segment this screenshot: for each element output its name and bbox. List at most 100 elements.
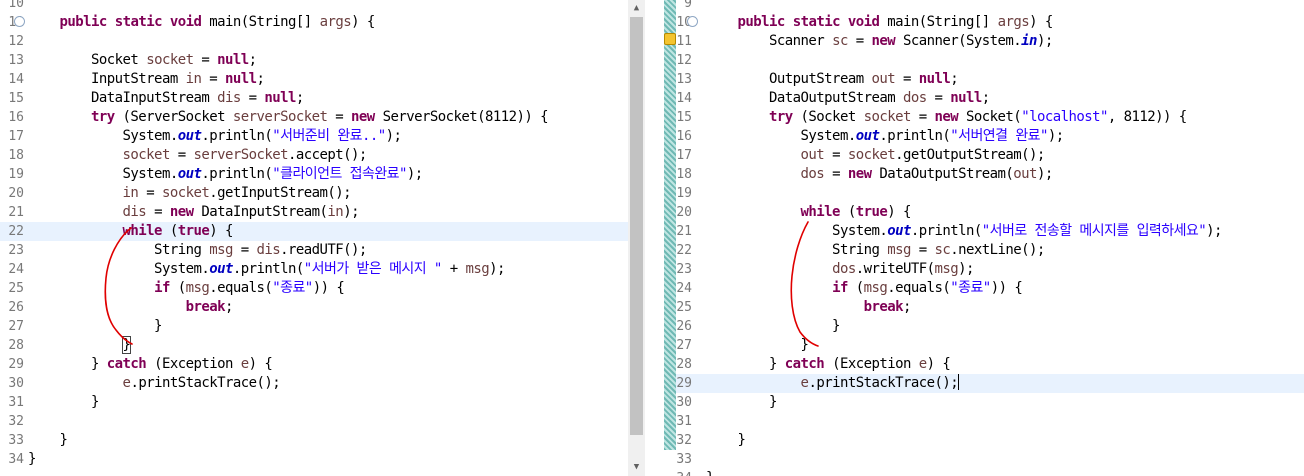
- code-token: System.: [706, 223, 888, 239]
- variable-token: socket: [847, 147, 896, 163]
- code-line[interactable]: 25 break;: [664, 298, 1304, 317]
- code-line[interactable]: 12: [664, 51, 1304, 70]
- code-text: e.printStackTrace();: [706, 374, 960, 393]
- code-line[interactable]: 14 InputStream in = null;: [0, 70, 628, 89]
- line-number: 19: [8, 167, 24, 182]
- code-token: =: [926, 90, 951, 106]
- variable-token: in: [122, 185, 139, 201]
- code-line[interactable]: 32: [0, 412, 628, 431]
- string-token: "종료": [950, 280, 991, 296]
- code-line[interactable]: 14 DataOutputStream dos = null;: [664, 89, 1304, 108]
- code-text: DataInputStream dis = null;: [28, 89, 304, 108]
- code-token: .getOutputStream();: [895, 147, 1045, 163]
- code-line[interactable]: 29 } catch (Exception e) {: [0, 355, 628, 374]
- code-line[interactable]: 28 } catch (Exception e) {: [664, 355, 1304, 374]
- code-line[interactable]: 21 System.out.println("서버로 전송할 메시지를 입력하세…: [664, 222, 1304, 241]
- code-line[interactable]: 12: [0, 32, 628, 51]
- variable-token: serverSocket: [232, 109, 328, 125]
- code-line[interactable]: 26 break;: [0, 298, 628, 317]
- code-line[interactable]: 21 dis = new DataInputStream(in);: [0, 203, 628, 222]
- code-line[interactable]: 23 String msg = dis.readUTF();: [0, 241, 628, 260]
- code-line[interactable]: 22 String msg = sc.nextLine();: [664, 241, 1304, 260]
- code-line[interactable]: 11 Scanner sc = new Scanner(System.in);: [664, 32, 1304, 51]
- code-line[interactable]: 25 if (msg.equals("종료")) {: [0, 279, 628, 298]
- code-line[interactable]: 19 System.out.println("클라이언트 접속완료");: [0, 165, 628, 184]
- collapse-icon[interactable]: [687, 16, 698, 27]
- scroll-down-arrow-icon[interactable]: ▼: [628, 459, 645, 476]
- code-line[interactable]: 11 public static void main(String[] args…: [0, 13, 628, 32]
- line-number: 34: [664, 469, 692, 476]
- code-line[interactable]: 26 }: [664, 317, 1304, 336]
- code-text: try (ServerSocket serverSocket = new Ser…: [28, 108, 549, 127]
- code-line[interactable]: 16 System.out.println("서버연결 완료");: [664, 127, 1304, 146]
- code-token: OutputStream: [706, 71, 872, 87]
- variable-token: serverSocket: [193, 147, 289, 163]
- code-line[interactable]: 24 System.out.println("서버가 받은 메시지 " + ms…: [0, 260, 628, 279]
- code-line[interactable]: 20 while (true) {: [664, 203, 1304, 222]
- code-line[interactable]: 34}: [0, 450, 628, 469]
- code-line[interactable]: 27 }: [0, 317, 628, 336]
- code-line[interactable]: 10 public static void main(String[] args…: [664, 13, 1304, 32]
- code-line[interactable]: 30 e.printStackTrace();: [0, 374, 628, 393]
- code-token: .equals(: [887, 280, 951, 296]
- code-token: ServerSocket(8112)) {: [374, 109, 549, 125]
- code-line[interactable]: 31 }: [0, 393, 628, 412]
- code-token: }: [706, 394, 777, 410]
- right-editor[interactable]: 9 10 public static void main(String[] arg…: [664, 0, 1304, 476]
- collapse-icon[interactable]: [14, 16, 25, 27]
- code-line[interactable]: 16 try (ServerSocket serverSocket = new …: [0, 108, 628, 127]
- code-line[interactable]: 29 e.printStackTrace();: [664, 374, 1304, 393]
- code-line[interactable]: 13 Socket socket = null;: [0, 51, 628, 70]
- variable-token: msg: [185, 280, 210, 296]
- code-line[interactable]: 23 dos.writeUTF(msg);: [664, 260, 1304, 279]
- variable-token: socket: [146, 52, 194, 68]
- code-line[interactable]: 28 }: [0, 336, 628, 355]
- scroll-thumb[interactable]: [630, 17, 643, 435]
- overview-ruler[interactable]: [664, 0, 676, 450]
- scroll-up-arrow-icon[interactable]: ▲: [628, 0, 645, 17]
- code-line[interactable]: 20 in = socket.getInputStream();: [0, 184, 628, 203]
- code-line[interactable]: 15 DataInputStream dis = null;: [0, 89, 628, 108]
- code-token: =: [169, 147, 194, 163]
- variable-token: dos: [832, 261, 856, 277]
- code-text: in = socket.getInputStream();: [28, 184, 352, 203]
- code-token: );: [1206, 223, 1222, 239]
- code-token: ;: [981, 90, 990, 106]
- warning-marker-icon[interactable]: [664, 33, 676, 45]
- code-text: dos = new DataOutputStream(out);: [706, 165, 1054, 184]
- code-line[interactable]: 17 System.out.println("서버준비 완료..");: [0, 127, 628, 146]
- code-line[interactable]: 18 dos = new DataOutputStream(out);: [664, 165, 1304, 184]
- code-line[interactable]: 19: [664, 184, 1304, 203]
- code-line[interactable]: 33: [664, 450, 1304, 469]
- code-text: }: [706, 317, 840, 336]
- code-line[interactable]: 33 }: [0, 431, 628, 450]
- code-line[interactable]: 30 }: [664, 393, 1304, 412]
- code-line[interactable]: 15 try (Socket socket = new Socket("loca…: [664, 108, 1304, 127]
- code-line[interactable]: 34}: [664, 469, 1304, 476]
- code-line[interactable]: 31: [664, 412, 1304, 431]
- left-editor[interactable]: 10 11 public static void main(String[] ar…: [0, 0, 628, 476]
- code-line[interactable]: 13 OutputStream out = null;: [664, 70, 1304, 89]
- keyword-token: new: [871, 33, 896, 49]
- code-line[interactable]: 32 }: [664, 431, 1304, 450]
- code-token: );: [343, 204, 359, 220]
- variable-token: args: [997, 14, 1030, 30]
- field-token: out: [209, 261, 233, 277]
- code-line[interactable]: 10: [0, 0, 628, 13]
- code-text: }: [28, 431, 68, 450]
- string-token: "서버연결 완료": [950, 128, 1048, 144]
- code-line[interactable]: 24 if (msg.equals("종료")) {: [664, 279, 1304, 298]
- line-number: 30: [8, 376, 24, 391]
- left-editor-scrollbar[interactable]: ▲ ▼: [628, 0, 645, 476]
- code-token: =: [138, 185, 162, 201]
- code-line[interactable]: 18 socket = serverSocket.accept();: [0, 146, 628, 165]
- code-line[interactable]: 17 out = socket.getOutputStream();: [664, 146, 1304, 165]
- keyword-token: while: [800, 204, 841, 220]
- code-line[interactable]: 27 }: [664, 336, 1304, 355]
- code-token: =: [146, 204, 170, 220]
- code-token: Socket(: [958, 109, 1022, 125]
- code-line[interactable]: 22 while (true) {: [0, 222, 628, 241]
- code-line[interactable]: 9: [664, 0, 1304, 13]
